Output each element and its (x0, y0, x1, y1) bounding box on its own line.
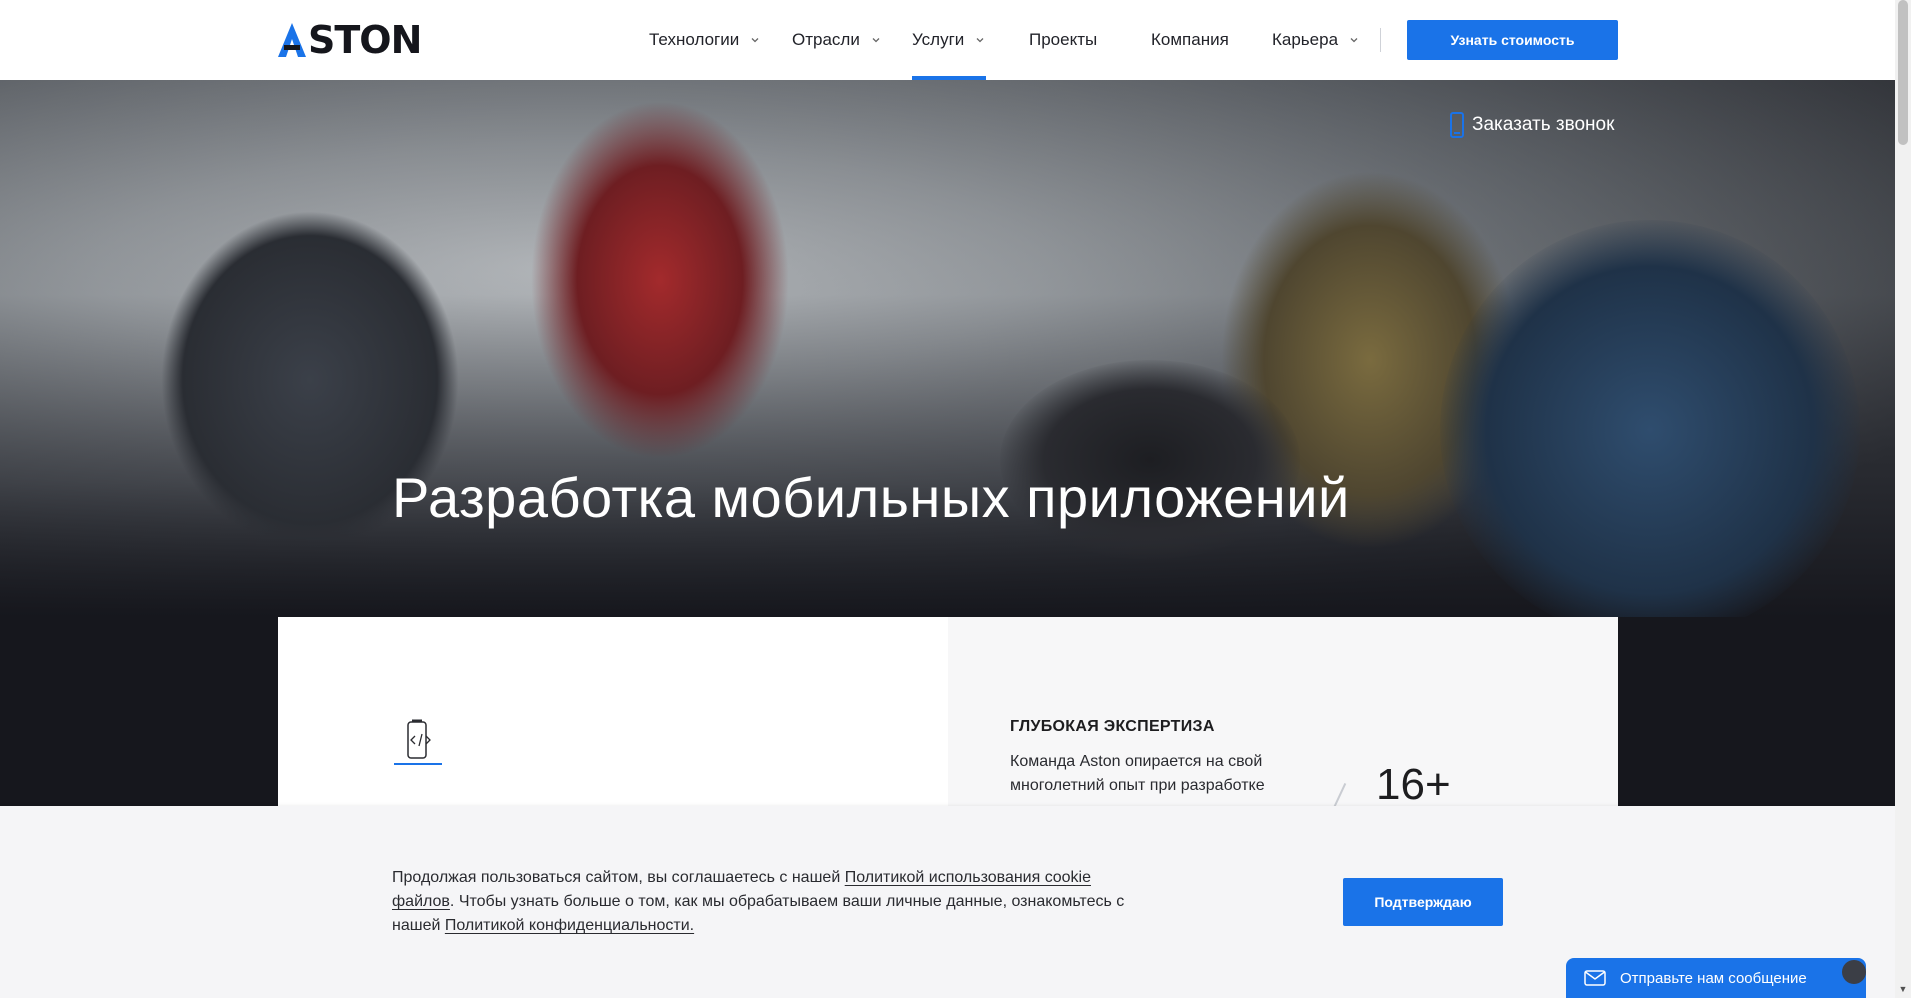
nav-divider (1380, 28, 1381, 52)
aston-logo[interactable]: STON (278, 18, 422, 62)
hero-photo (1000, 360, 1300, 560)
chat-widget-button[interactable]: Отправьте нам сообщение (1566, 958, 1866, 998)
scroll-down-icon[interactable]: ▼ (1895, 984, 1911, 996)
experience-number: 16+ (1376, 760, 1451, 809)
nav-item-services[interactable]: Услуги (912, 0, 987, 80)
hero-banner (0, 80, 1895, 617)
chevron-down-icon (872, 38, 880, 43)
hero-photo (1440, 220, 1860, 617)
nav-item-label: Услуги (912, 30, 965, 49)
nav-item-industries[interactable]: Отрасли (792, 0, 882, 80)
aston-logo-a-icon (278, 23, 306, 57)
hero-photo (530, 100, 790, 460)
site-header: STON Технологии Отрасли Услуги Проекты К… (0, 0, 1895, 80)
chevron-down-icon (1350, 38, 1358, 43)
page-scrollbar[interactable]: ▼ (1895, 0, 1911, 998)
nav-item-career[interactable]: Карьера (1272, 0, 1360, 80)
logo-text: STON (308, 18, 422, 62)
nav-item-company[interactable]: Компания (1151, 0, 1229, 80)
cookie-text-part: Продолжая пользоваться сайтом, вы соглаш… (392, 869, 845, 886)
chat-label: Отправьте нам сообщение (1620, 969, 1807, 987)
order-call-link[interactable]: Заказать звонок (1450, 112, 1614, 138)
accept-cookies-button[interactable]: Подтверждаю (1343, 878, 1503, 926)
expertise-title: ГЛУБОКАЯ ЭКСПЕРТИЗА (1010, 718, 1215, 735)
page-title: Разработка мобильных приложений (392, 466, 1350, 529)
privacy-policy-link[interactable]: Политикой конфиденциальности. (445, 917, 694, 934)
cookie-text: Продолжая пользоваться сайтом, вы соглаш… (392, 866, 1132, 938)
get-price-button[interactable]: Узнать стоимость (1407, 20, 1618, 60)
nav-item-label: Отрасли (792, 30, 860, 49)
nav-item-technologies[interactable]: Технологии (649, 0, 761, 80)
service-card (278, 617, 949, 807)
mobile-code-icon (407, 719, 431, 759)
expertise-text: Команда Aston опирается на свой многолет… (1010, 753, 1265, 794)
order-call-label: Заказать звонок (1472, 114, 1615, 135)
nav-item-label: Компания (1151, 30, 1229, 49)
nav-item-label: Карьера (1272, 30, 1339, 49)
chat-avatar (1842, 960, 1866, 984)
nav-item-label: Проекты (1029, 30, 1098, 49)
nav-item-label: Технологии (649, 30, 740, 49)
chevron-down-icon (751, 38, 759, 43)
mail-icon (1584, 970, 1606, 986)
chevron-down-icon (976, 38, 984, 43)
icon-underline (394, 763, 442, 765)
nav-item-projects[interactable]: Проекты (1029, 0, 1097, 80)
phone-icon (1450, 112, 1464, 138)
scrollbar-thumb[interactable] (1898, 0, 1908, 145)
